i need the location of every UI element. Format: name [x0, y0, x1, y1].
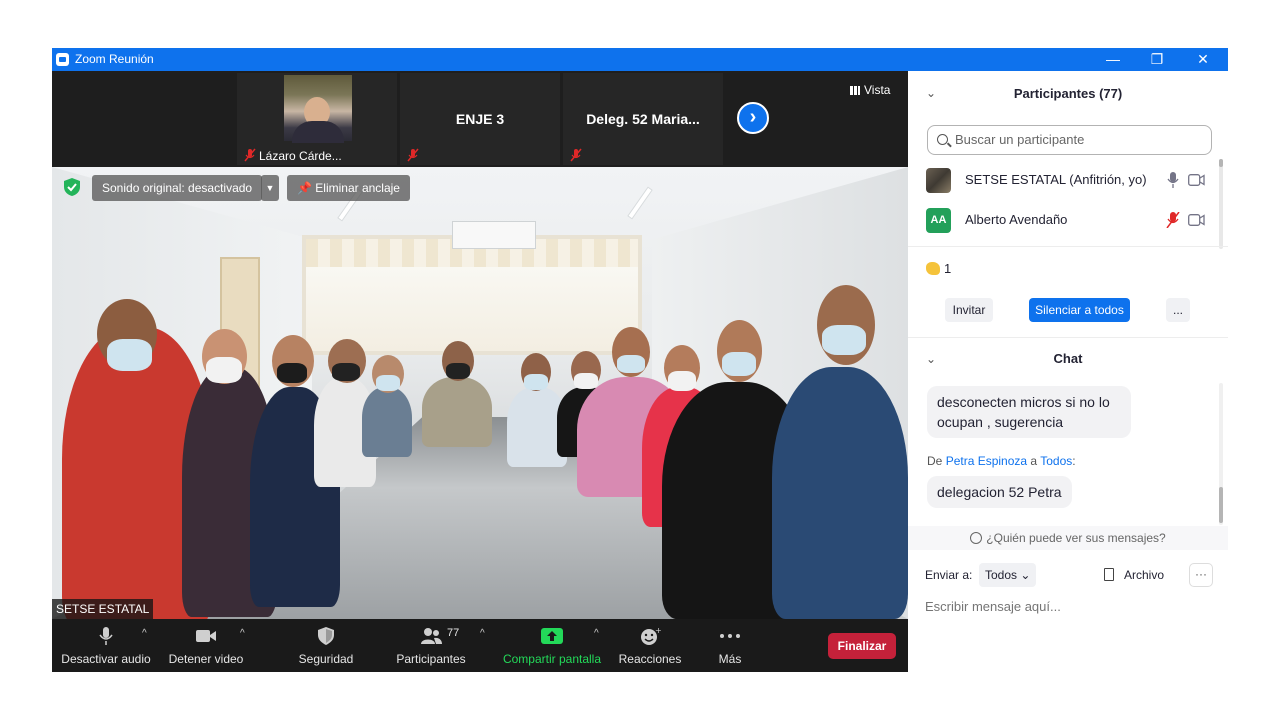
view-button[interactable]: Vista [846, 81, 895, 99]
chat-header: ⌄ Chat [908, 338, 1228, 378]
video-camera-icon[interactable] [1188, 214, 1205, 226]
thumbnail-lazaro[interactable]: Lázaro Cárde... [237, 73, 397, 165]
avatar [926, 168, 951, 193]
clap-icon [926, 262, 940, 275]
participants-title: Participantes (77) [1013, 86, 1123, 101]
restore-button[interactable]: ❐ [1134, 48, 1180, 71]
video-camera-icon [196, 630, 216, 642]
microphone-icon[interactable] [1166, 172, 1180, 188]
thumbnail-name: Deleg. 52 Maria... [586, 111, 700, 127]
smiley-plus-icon: + [641, 627, 661, 645]
zoom-window: Zoom Reunión — ❐ ✕ Lázaro Cárde... ENJE … [52, 48, 1228, 672]
speaker-name-label: SETSE ESTATAL [52, 599, 154, 619]
thumbnail-deleg52[interactable]: Deleg. 52 Maria... [563, 73, 723, 165]
file-button[interactable]: Archivo [1104, 568, 1164, 582]
unpin-button[interactable]: 📌 Eliminar anclaje [287, 175, 410, 201]
chat-message: delegacion 52 Petra [927, 476, 1072, 508]
chat-sender-line: De Petra Espinoza a Todos: [927, 454, 1076, 468]
invite-button[interactable]: Invitar [945, 298, 993, 322]
person-icon [970, 532, 983, 544]
more-dots-icon [720, 634, 740, 638]
share-screen-button[interactable]: Compartir pantalla ^ [500, 619, 604, 672]
participants-icon [421, 628, 442, 644]
thumbnail-strip: Lázaro Cárde... ENJE 3 Deleg. 52 Maria..… [52, 71, 908, 167]
send-to-dropdown[interactable]: Todos ⌄ [979, 563, 1037, 587]
participants-scrollbar[interactable] [1219, 159, 1223, 249]
send-to-row: Enviar a: Todos ⌄ Archivo ··· [908, 561, 1228, 589]
muted-mic-icon [407, 148, 419, 162]
divider [908, 246, 1228, 247]
original-sound-button[interactable]: Sonido original: desactivado [92, 175, 263, 201]
participant-row[interactable]: AA Alberto Avendaño [908, 200, 1218, 240]
participant-search-input[interactable]: Buscar un participante [927, 125, 1212, 155]
mute-all-button[interactable]: Silenciar a todos [1029, 298, 1130, 322]
participants-options-caret[interactable]: ^ [480, 628, 485, 639]
shield-icon [318, 627, 334, 645]
thumbnail-name: Lázaro Cárde... [259, 149, 342, 163]
close-button[interactable]: ✕ [1180, 48, 1226, 71]
share-screen-icon [541, 628, 563, 644]
participants-header: ⌄ Participantes (77) [908, 71, 1228, 117]
security-button[interactable]: Seguridad [290, 619, 362, 672]
meeting-toolbar: Desactivar audio ^ Detener video ^ Segur… [52, 619, 908, 672]
muted-mic-icon [570, 148, 582, 162]
main-video: Sonido original: desactivado ▼ 📌 Elimina… [52, 167, 908, 619]
side-panel: ⌄ Participantes (77) Buscar un participa… [908, 71, 1228, 672]
file-icon [1104, 568, 1114, 581]
participant-row[interactable]: SETSE ESTATAL (Anfitrión, yo) [908, 160, 1218, 200]
chat-title: Chat [1053, 351, 1083, 366]
mute-audio-button[interactable]: Desactivar audio ^ [56, 619, 156, 672]
zoom-app-icon [56, 53, 69, 66]
participants-count: 77 [447, 627, 460, 639]
audio-options-caret[interactable]: ^ [142, 628, 147, 639]
svg-text:+: + [655, 627, 661, 635]
stop-video-button[interactable]: Detener video ^ [164, 619, 248, 672]
video-area: Lázaro Cárde... ENJE 3 Deleg. 52 Maria..… [52, 71, 908, 619]
share-options-caret[interactable]: ^ [594, 628, 599, 639]
sender-name-link[interactable]: Petra Espinoza [946, 454, 1027, 468]
reaction-summary: 1 [926, 261, 951, 276]
who-can-see-messages[interactable]: ¿Quién puede ver sus mensajes? [908, 526, 1228, 550]
next-page-button[interactable]: › [737, 102, 769, 134]
muted-mic-icon [244, 148, 256, 162]
chat-message-input[interactable] [925, 595, 1215, 617]
thumbnail-name: ENJE 3 [455, 111, 505, 127]
chat-scrollbar[interactable] [1219, 383, 1223, 525]
more-button[interactable]: Más [704, 619, 756, 672]
video-options-caret[interactable]: ^ [240, 628, 245, 639]
thumbnail-enje3[interactable]: ENJE 3 [400, 73, 560, 165]
end-meeting-button[interactable]: Finalizar [828, 633, 896, 659]
title-bar: Zoom Reunión — ❐ ✕ [52, 48, 1228, 71]
minimize-button[interactable]: — [1090, 48, 1136, 71]
muted-mic-icon[interactable] [1166, 212, 1180, 228]
window-title: Zoom Reunión [75, 52, 154, 66]
avatar: AA [926, 208, 951, 233]
original-sound-dropdown[interactable]: ▼ [261, 175, 279, 201]
send-to-label: Enviar a: [925, 568, 973, 582]
microphone-icon [99, 627, 113, 645]
reactions-button[interactable]: + Reacciones [616, 619, 684, 672]
search-icon [937, 134, 948, 145]
security-shield-icon[interactable] [62, 177, 82, 197]
grid-icon [850, 86, 860, 95]
participant-video-thumbnail [284, 75, 352, 143]
chat-message: desconecten micros si no lo ocupan , sug… [927, 386, 1131, 438]
video-camera-icon[interactable] [1188, 174, 1205, 186]
participants-button[interactable]: 77 Participantes ^ [388, 619, 484, 672]
pin-icon: 📌 [297, 181, 316, 195]
chat-more-button[interactable]: ··· [1189, 563, 1213, 587]
recipient-link[interactable]: Todos [1040, 454, 1072, 468]
participants-more-button[interactable]: ... [1166, 298, 1190, 322]
